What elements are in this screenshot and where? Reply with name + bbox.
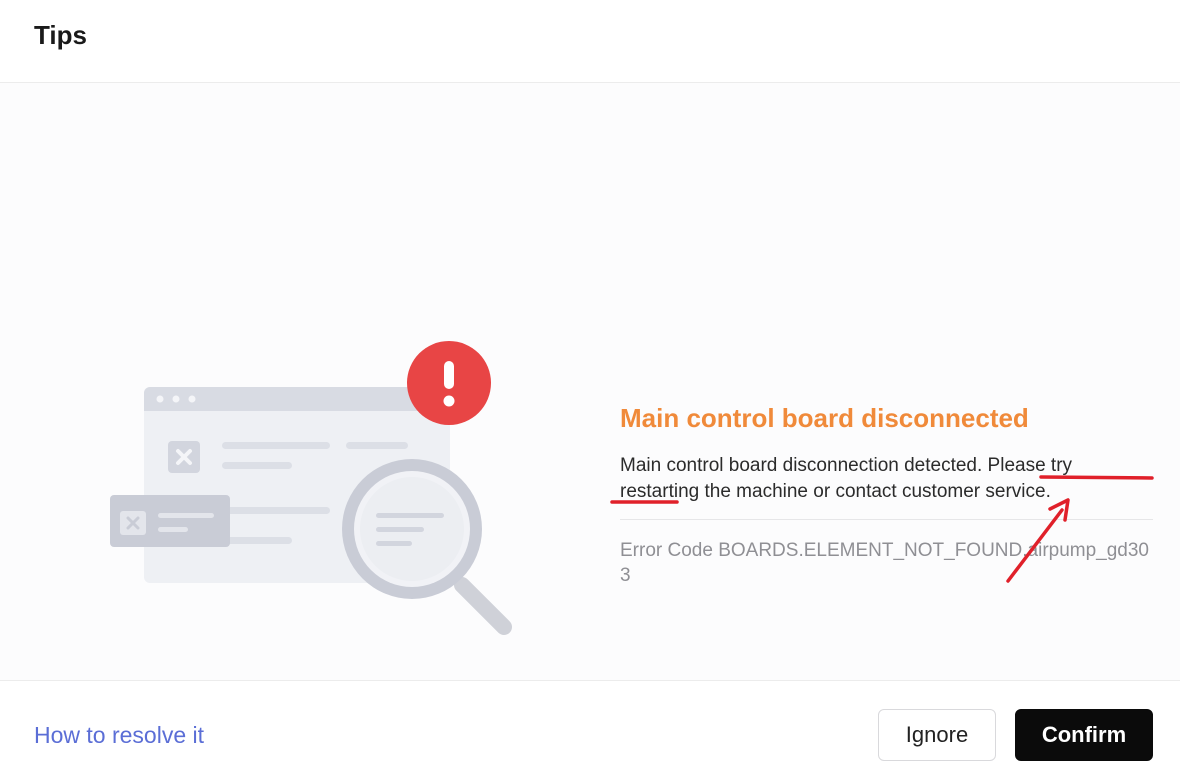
exclamation-badge-icon — [407, 341, 491, 425]
error-code-text: Error Code BOARDS.ELEMENT_NOT_FOUND.airp… — [620, 540, 1150, 586]
dialog-body: Main control board disconnected Main con… — [0, 83, 1180, 680]
confirm-button[interactable]: Confirm — [1015, 709, 1153, 761]
ignore-button[interactable]: Ignore — [878, 709, 996, 761]
magnifier-icon — [342, 459, 512, 635]
floating-card-graphic — [110, 495, 230, 547]
how-to-resolve-link[interactable]: How to resolve it — [34, 722, 204, 749]
error-illustration — [110, 341, 512, 635]
dialog-footer: How to resolve it Ignore Confirm — [0, 680, 1180, 773]
alert-heading: Main control board disconnected — [620, 403, 1029, 433]
content-divider — [620, 519, 1153, 520]
dialog-header: Tips — [0, 0, 1180, 83]
dialog-title: Tips — [34, 20, 87, 50]
alert-content: Main control board disconnected Main con… — [620, 401, 1155, 588]
alert-message: Main control board disconnection detecte… — [620, 455, 1073, 502]
